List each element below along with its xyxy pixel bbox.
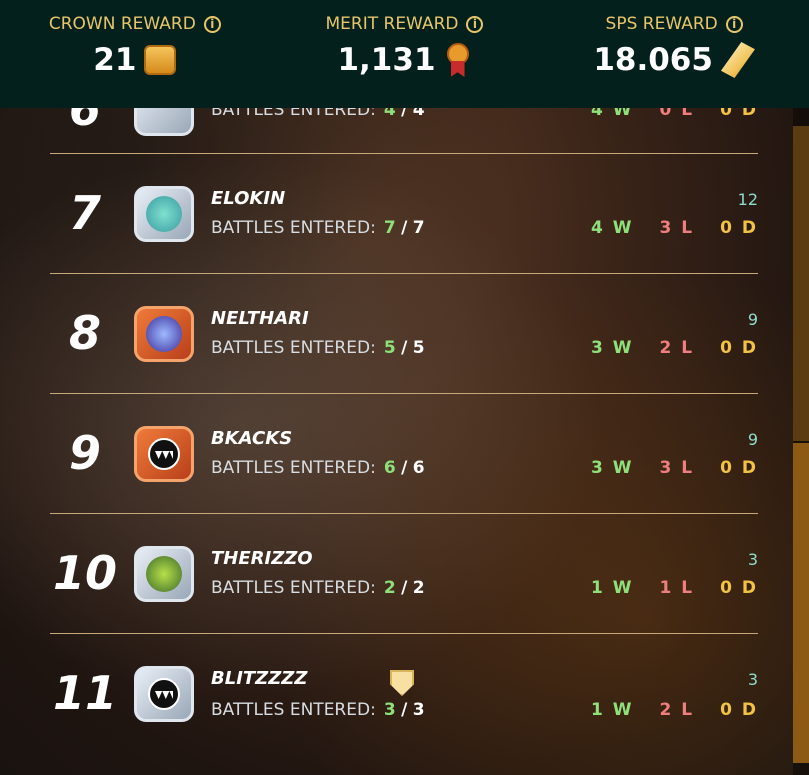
crown-reward-value: 21: [93, 42, 137, 78]
sps-reward-label: SPS REWARD: [605, 14, 718, 34]
crown-reward: CROWN REWARD i 21: [15, 0, 255, 78]
rank-number: 8: [68, 306, 101, 360]
shield-icon: [390, 670, 414, 696]
player-score: 12: [737, 190, 758, 209]
leaderboard-list: 6 BATTLES ENTERED: 4 / 4 4 W 0 L 0 D 7 EL…: [50, 80, 758, 754]
win-loss-draw: 3 W 3 L 0 D: [591, 458, 758, 478]
player-name[interactable]: THERIZZO: [211, 548, 313, 569]
ghost-icon: [146, 316, 182, 352]
player-avatar: [134, 186, 194, 242]
scrollbar-thumb[interactable]: [793, 443, 809, 763]
win-loss-draw: 1 W 1 L 0 D: [591, 578, 758, 598]
monster-icon: [148, 678, 180, 710]
player-name[interactable]: NELTHARI: [211, 308, 309, 329]
reward-header: CROWN REWARD i 21 MERIT REWARD i 1,131 S…: [0, 0, 809, 108]
win-loss-draw: 3 W 2 L 0 D: [591, 338, 758, 358]
leaderboard-row[interactable]: 10 THERIZZO BATTLES ENTERED: 2 / 2 3 1 W …: [50, 514, 758, 634]
battles-entered: BATTLES ENTERED: 6 / 6: [211, 458, 425, 478]
leaderboard-row[interactable]: 8 NELTHARI BATTLES ENTERED: 5 / 5 9 3 W 2…: [50, 274, 758, 394]
win-loss-draw: 4 W 3 L 0 D: [591, 218, 758, 238]
merit-reward: MERIT REWARD i 1,131: [284, 0, 524, 78]
merit-medal-icon: [444, 43, 472, 77]
player-name[interactable]: BKACKS: [211, 428, 292, 449]
battles-entered: BATTLES ENTERED: 5 / 5: [211, 338, 425, 358]
monster-icon: [148, 438, 180, 470]
scrollbar[interactable]: [793, 108, 809, 775]
crown-icon: [144, 45, 177, 75]
scrollbar-track[interactable]: [793, 126, 809, 441]
leaderboard-row[interactable]: 9 BKACKS BATTLES ENTERED: 6 / 6 9 3 W 3 L…: [50, 394, 758, 514]
player-name[interactable]: BLITZZZZ: [211, 668, 307, 689]
info-icon[interactable]: i: [203, 15, 221, 33]
player-name[interactable]: ELOKIN: [211, 188, 285, 209]
rank-number: 7: [68, 186, 101, 240]
rank-number: 9: [68, 426, 101, 480]
win-loss-draw: 1 W 2 L 0 D: [591, 700, 758, 720]
player-score: 3: [747, 550, 758, 569]
sps-crystal-icon: [720, 42, 755, 78]
goblin-icon: [146, 556, 182, 592]
creature-icon: [146, 196, 182, 232]
merit-reward-label: MERIT REWARD: [325, 14, 459, 34]
rank-number: 10: [52, 546, 117, 600]
player-avatar: [134, 426, 194, 482]
player-score: 9: [747, 430, 758, 449]
battles-entered: BATTLES ENTERED: 3 / 3: [211, 700, 425, 720]
leaderboard-row[interactable]: 7 ELOKIN BATTLES ENTERED: 7 / 7 12 4 W 3 …: [50, 154, 758, 274]
merit-reward-value: 1,131: [337, 42, 436, 78]
leaderboard-row[interactable]: 11 BLITZZZZ BATTLES ENTERED: 3 / 3 3 1 W …: [50, 634, 758, 754]
player-avatar: [134, 546, 194, 602]
crown-reward-label: CROWN REWARD: [48, 14, 196, 34]
info-icon[interactable]: i: [466, 15, 484, 33]
player-avatar: [134, 666, 194, 722]
player-score: 9: [747, 310, 758, 329]
battles-entered: BATTLES ENTERED: 7 / 7: [211, 218, 425, 238]
player-avatar: [134, 306, 194, 362]
sps-reward: SPS REWARD i 18.065: [554, 0, 794, 78]
sps-reward-value: 18.065: [593, 42, 713, 78]
player-score: 3: [747, 670, 758, 689]
rank-number: 11: [52, 666, 117, 720]
battles-entered: BATTLES ENTERED: 2 / 2: [211, 578, 425, 598]
info-icon[interactable]: i: [725, 15, 743, 33]
